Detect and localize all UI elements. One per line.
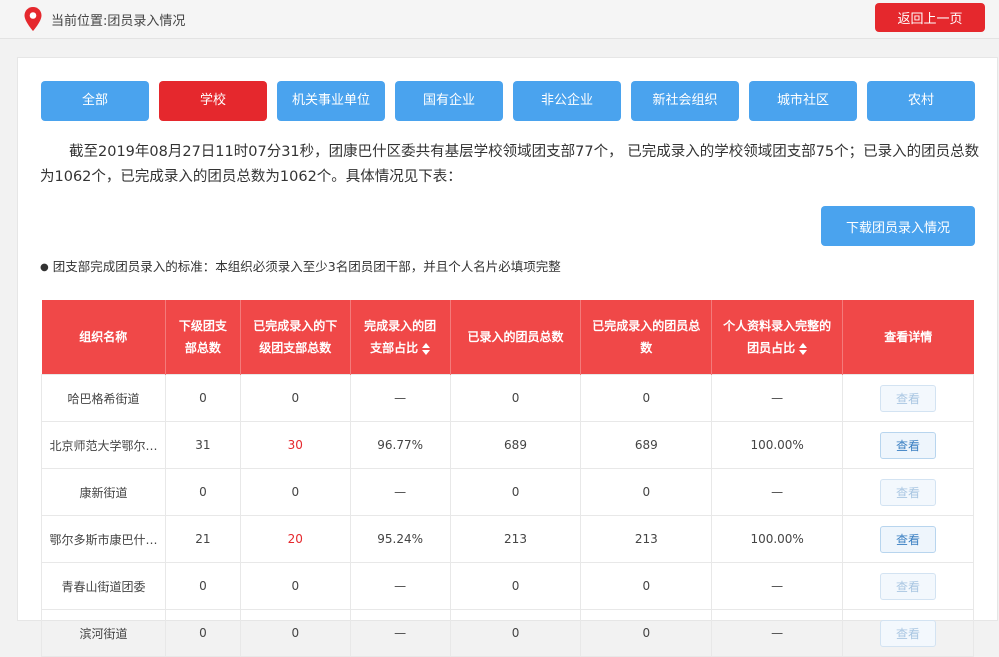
table-row: 滨河街道 0 0—0 0— 查看 xyxy=(41,609,974,657)
org-name-cell: 鄂尔多斯市康巴什… xyxy=(41,515,166,563)
view-button[interactable]: 查看 xyxy=(880,384,937,412)
header-org-name: 组织名称 xyxy=(41,300,166,375)
header-done-branches: 已完成录入的下级团支部总数 xyxy=(240,300,351,375)
details-cell: 查看 xyxy=(842,562,974,610)
view-button[interactable]: 查看 xyxy=(880,572,937,600)
complete-ratio-cell: 100.00% xyxy=(711,421,844,469)
sub-branches-cell: 0 xyxy=(164,562,241,610)
records-table: 组织名称 下级团支部总数 已完成录入的下级团支部总数 完成录入的团支部占比 已录… xyxy=(41,300,974,657)
branch-ratio-cell: — xyxy=(349,374,451,422)
branch-ratio-cell: — xyxy=(349,609,451,657)
members-cell: 0 xyxy=(449,609,582,657)
top-bar: 当前位置:团员录入情况 返回上一页 xyxy=(0,0,999,39)
members-cell: 0 xyxy=(449,468,582,516)
details-cell: 查看 xyxy=(842,374,974,422)
done-branches-cell: 0 xyxy=(239,562,351,610)
sort-icon[interactable] xyxy=(799,342,808,355)
details-cell: 查看 xyxy=(842,515,974,563)
summary-text: 截至2019年08月27日11时07分31秒，团康巴什区委共有基层学校领域团支部… xyxy=(40,144,980,185)
details-cell: 查看 xyxy=(842,468,974,516)
view-button[interactable]: 查看 xyxy=(880,619,937,647)
sub-branches-cell: 0 xyxy=(164,468,241,516)
org-name-cell: 滨河街道 xyxy=(41,609,166,657)
standard-note-text: 团支部完成团员录入的标准：本组织必须录入至少3名团员团干部，并且个人名片必填项完… xyxy=(52,259,561,274)
sub-branches-cell: 31 xyxy=(164,421,241,469)
org-name-cell: 康新街道 xyxy=(41,468,166,516)
table-header-row: 组织名称 下级团支部总数 已完成录入的下级团支部总数 完成录入的团支部占比 已录… xyxy=(41,300,974,375)
members-cell: 213 xyxy=(449,515,582,563)
header-sub-branches: 下级团支部总数 xyxy=(165,300,241,375)
tab-school[interactable]: 学校 xyxy=(159,81,267,121)
org-name-cell: 北京师范大学鄂尔… xyxy=(41,421,166,469)
members-cell: 0 xyxy=(449,562,582,610)
done-members-cell: 0 xyxy=(580,374,713,422)
standard-note: ● 团支部完成团员录入的标准：本组织必须录入至少3名团员团干部，并且个人名片必填项… xyxy=(40,256,561,275)
header-done-members: 已完成录入的团员总数 xyxy=(580,300,713,375)
tab-urban-community[interactable]: 城市社区 xyxy=(749,81,857,121)
download-button[interactable]: 下载团员录入情况 xyxy=(821,206,975,246)
table-row: 哈巴格希街道 0 0—0 0— 查看 xyxy=(41,374,974,422)
done-branches-cell: 20 xyxy=(239,515,351,563)
header-complete-ratio[interactable]: 个人资料录入完整的团员占比 xyxy=(711,300,844,375)
done-branches-cell: 0 xyxy=(239,468,351,516)
details-cell: 查看 xyxy=(842,421,974,469)
view-button[interactable]: 查看 xyxy=(880,478,937,506)
complete-ratio-cell: — xyxy=(711,374,844,422)
table-row: 北京师范大学鄂尔… 31 30 96.77% 689 689 100.00% 查看 xyxy=(41,421,974,469)
header-complete-ratio-label: 个人资料录入完整的团员占比 xyxy=(723,319,832,355)
branch-ratio-cell: — xyxy=(349,562,451,610)
view-button[interactable]: 查看 xyxy=(880,525,937,553)
complete-ratio-cell: — xyxy=(711,468,844,516)
view-button[interactable]: 查看 xyxy=(880,431,937,459)
table-row: 青春山街道团委 0 0—0 0— 查看 xyxy=(41,562,974,610)
done-members-cell: 0 xyxy=(580,468,713,516)
done-members-cell: 689 xyxy=(580,421,713,469)
main-card: 全部 学校 机关事业单位 国有企业 非公企业 新社会组织 城市社区 农村 截至2… xyxy=(17,57,998,657)
complete-ratio-cell: — xyxy=(711,609,844,657)
members-cell: 0 xyxy=(449,374,582,422)
tab-private-enterprises[interactable]: 非公企业 xyxy=(513,81,621,121)
sub-branches-cell: 0 xyxy=(164,374,241,422)
done-branches-cell: 30 xyxy=(239,421,351,469)
tab-social-organizations[interactable]: 新社会组织 xyxy=(631,81,739,121)
table-row: 鄂尔多斯市康巴什… 21 20 95.24% 213 213 100.00% 查看 xyxy=(41,515,974,563)
bullet-icon: ● xyxy=(40,262,49,273)
branch-ratio-cell: 96.77% xyxy=(349,421,451,469)
tab-institutions[interactable]: 机关事业单位 xyxy=(277,81,385,121)
breadcrumb: 当前位置:团员录入情况 xyxy=(51,14,186,29)
sub-branches-cell: 0 xyxy=(164,609,241,657)
tab-all[interactable]: 全部 xyxy=(41,81,149,121)
done-branches-cell: 0 xyxy=(239,609,351,657)
location-pin-icon xyxy=(24,7,42,31)
header-branch-ratio[interactable]: 完成录入的团支部占比 xyxy=(350,300,451,375)
complete-ratio-cell: — xyxy=(711,562,844,610)
done-members-cell: 0 xyxy=(580,562,713,610)
table-row: 康新街道 0 0—0 0— 查看 xyxy=(41,468,974,516)
tab-rural[interactable]: 农村 xyxy=(867,81,975,121)
sub-branches-cell: 21 xyxy=(164,515,241,563)
members-cell: 689 xyxy=(449,421,582,469)
details-cell: 查看 xyxy=(842,609,974,657)
header-details: 查看详情 xyxy=(842,300,974,375)
done-members-cell: 213 xyxy=(580,515,713,563)
branch-ratio-cell: 95.24% xyxy=(349,515,451,563)
back-button[interactable]: 返回上一页 xyxy=(875,3,985,32)
done-branches-cell: 0 xyxy=(239,374,351,422)
org-name-cell: 哈巴格希街道 xyxy=(41,374,166,422)
org-name-cell: 青春山街道团委 xyxy=(41,562,166,610)
sort-icon[interactable] xyxy=(422,342,431,355)
complete-ratio-cell: 100.00% xyxy=(711,515,844,563)
header-members: 已录入的团员总数 xyxy=(450,300,582,375)
branch-ratio-cell: — xyxy=(349,468,451,516)
done-members-cell: 0 xyxy=(580,609,713,657)
tab-state-enterprises[interactable]: 国有企业 xyxy=(395,81,503,121)
